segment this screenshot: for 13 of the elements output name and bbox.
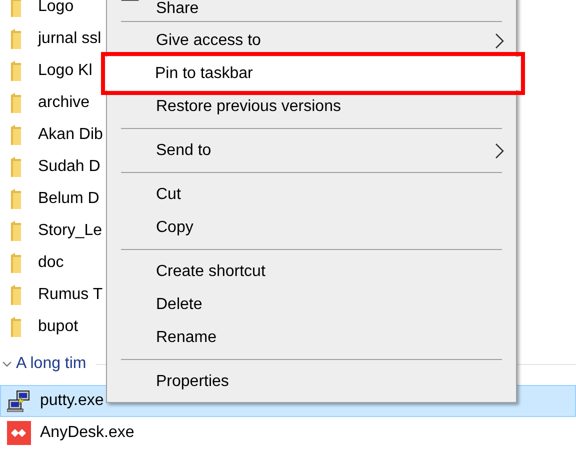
folder-name: doc [38, 254, 64, 272]
folder-name: Rumus T [38, 286, 103, 304]
folder-name: Logo [38, 0, 74, 16]
folder-name: Story_Le [38, 222, 102, 240]
file-name: AnyDesk.exe [40, 424, 134, 442]
folder-name: Logo Kl [38, 62, 92, 80]
folder-name: Akan Dib [38, 126, 103, 144]
folder-name: Belum D [38, 190, 100, 208]
folder-name: jurnal ssl [38, 30, 102, 48]
file-name: putty.exe [40, 392, 104, 410]
folder-name: archive [38, 94, 90, 112]
folder-name: Sudah D [38, 158, 100, 176]
folder-name: bupot [38, 318, 78, 336]
